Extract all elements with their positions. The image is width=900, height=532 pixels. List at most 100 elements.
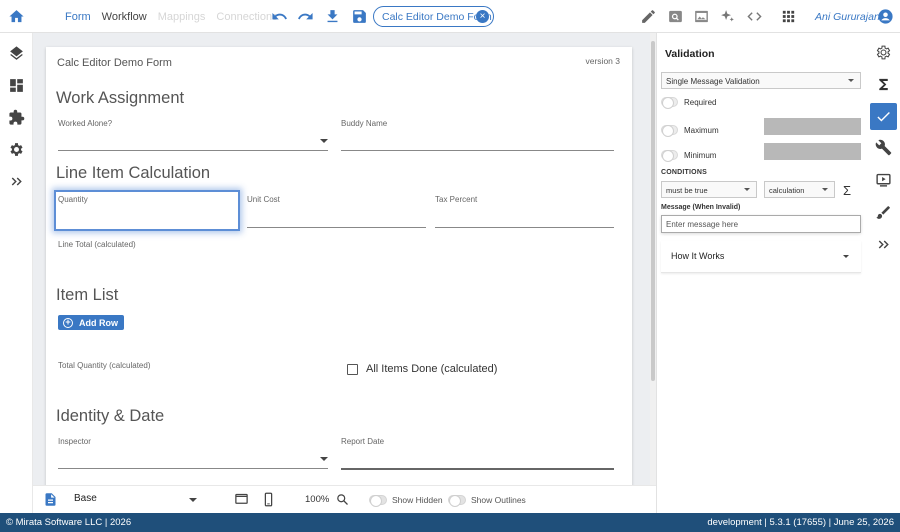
bottom-toolbar: Base 100% Show Hidden Show Outlines <box>33 485 656 513</box>
dashboard-icon[interactable] <box>8 77 25 94</box>
version-label: version 3 <box>585 56 621 66</box>
section-work-assignment: Work Assignment <box>56 89 185 107</box>
document-icon <box>45 493 56 506</box>
how-it-works-label: How It Works <box>671 251 725 261</box>
add-row-button[interactable]: + Add Row <box>58 315 124 330</box>
section-identity-date: Identity & Date <box>56 407 165 425</box>
chevron-down-icon[interactable] <box>320 457 328 461</box>
minimum-toggle[interactable] <box>661 150 678 162</box>
layers-icon[interactable] <box>8 45 25 62</box>
message-label: Message (When Invalid) <box>661 204 741 211</box>
chevron-down-icon <box>744 188 750 191</box>
unit-cost-label: Unit Cost <box>247 195 280 204</box>
buddy-name-label: Buddy Name <box>341 119 388 128</box>
message-input[interactable] <box>661 215 861 233</box>
layout-select[interactable]: Base <box>74 493 97 504</box>
code-icon[interactable] <box>746 8 763 25</box>
redo-icon[interactable] <box>297 8 314 25</box>
chevron-down-icon[interactable] <box>189 498 197 502</box>
check-icon <box>877 111 890 122</box>
sparkle-icon[interactable] <box>719 8 736 25</box>
show-outlines-label: Show Outlines <box>471 495 526 505</box>
left-rail <box>0 33 33 513</box>
form-chip[interactable]: Calc Editor Demo Form × <box>373 6 494 27</box>
show-hidden-toggle[interactable] <box>369 495 387 507</box>
condition-type-select[interactable]: calculation <box>764 181 835 198</box>
tab-workflow[interactable]: Workflow <box>102 11 147 23</box>
image-icon[interactable] <box>693 8 710 25</box>
chevron-down-icon <box>843 255 849 258</box>
chevron-down-icon[interactable] <box>320 139 328 143</box>
validation-panel: Validation Single Message Validation Req… <box>656 33 867 513</box>
minimum-input[interactable] <box>764 143 861 160</box>
top-bar: Form Workflow Mappings Connections Calc … <box>0 0 900 33</box>
settings-icon[interactable] <box>8 141 25 158</box>
footer: © Mirata Software LLC | 2026 development… <box>0 513 900 532</box>
copyright-text: © Mirata Software LLC | 2026 <box>6 517 132 528</box>
puzzle-icon[interactable] <box>8 109 25 126</box>
validation-mode-select[interactable]: Single Message Validation <box>661 72 861 89</box>
maximum-input[interactable] <box>764 118 861 135</box>
brush-icon[interactable] <box>875 204 892 221</box>
report-date-input[interactable] <box>341 468 614 470</box>
download-icon[interactable] <box>324 8 341 25</box>
tab-connections[interactable]: Connections <box>216 11 277 23</box>
zoom-icon[interactable] <box>335 492 350 507</box>
inspector-label: Inspector <box>58 437 91 446</box>
section-line-item-calculation: Line Item Calculation <box>56 164 211 182</box>
version-info: development | 5.3.1 (17655) | June 25, 2… <box>707 517 894 528</box>
mobile-view-icon[interactable] <box>261 492 276 507</box>
account-icon[interactable] <box>877 8 894 25</box>
preview-icon[interactable] <box>667 8 684 25</box>
maximum-toggle[interactable] <box>661 125 678 137</box>
undo-icon[interactable] <box>271 8 288 25</box>
tab-form[interactable]: Form <box>65 11 91 23</box>
sigma-icon[interactable]: Σ <box>843 183 851 198</box>
form-page: Calc Editor Demo Form version 3 Work Ass… <box>46 47 632 485</box>
section-item-list: Item List <box>56 286 119 304</box>
buddy-name-input[interactable] <box>341 150 614 151</box>
plus-icon: + <box>63 317 73 328</box>
top-nav: Form Workflow Mappings Connections <box>65 11 289 23</box>
validation-tab-active[interactable] <box>870 103 897 130</box>
worked-alone-dropdown[interactable] <box>58 150 328 151</box>
minimum-label: Minimum <box>684 151 717 160</box>
apps-grid-icon[interactable] <box>780 8 797 25</box>
wrench-icon[interactable] <box>875 139 892 156</box>
play-icon[interactable] <box>875 171 892 188</box>
form-canvas: Calc Editor Demo Form version 3 Work Ass… <box>33 33 650 485</box>
all-items-done-label: All Items Done (calculated) <box>366 363 498 375</box>
all-items-done-checkbox[interactable] <box>347 364 358 375</box>
unit-cost-input[interactable] <box>247 227 426 228</box>
show-outlines-toggle[interactable] <box>448 495 466 507</box>
inspector-dropdown[interactable] <box>58 468 328 469</box>
condition-operator-value: must be true <box>666 186 708 195</box>
conditions-label: CONDITIONS <box>661 169 707 176</box>
scrollbar-thumb[interactable] <box>651 41 655 381</box>
expand-icon[interactable] <box>875 236 892 253</box>
how-it-works-accordion[interactable]: How It Works <box>661 241 861 273</box>
condition-operator-select[interactable]: must be true <box>661 181 757 198</box>
tab-mappings[interactable]: Mappings <box>158 11 206 23</box>
panel-title: Validation <box>665 48 715 60</box>
expand-icon[interactable] <box>8 173 25 190</box>
close-icon[interactable]: × <box>476 10 489 23</box>
add-row-label: Add Row <box>79 317 118 328</box>
required-toggle[interactable] <box>661 97 678 109</box>
desktop-view-icon[interactable] <box>234 492 249 507</box>
chevron-down-icon <box>848 79 854 82</box>
quantity-label: Quantity <box>58 195 88 204</box>
maximum-label: Maximum <box>684 126 719 135</box>
report-date-label: Report Date <box>341 437 385 446</box>
save-icon[interactable] <box>351 8 368 25</box>
worked-alone-label: Worked Alone? <box>58 119 113 128</box>
sigma-icon[interactable] <box>875 76 892 93</box>
condition-type-value: calculation <box>769 186 805 195</box>
gear-icon[interactable] <box>875 44 892 61</box>
home-icon[interactable] <box>8 8 25 25</box>
validation-mode-value: Single Message Validation <box>666 77 760 86</box>
pencil-icon[interactable] <box>640 8 657 25</box>
chevron-down-icon <box>822 188 828 191</box>
user-name[interactable]: Ani Gururajan <box>815 11 880 23</box>
tax-percent-input[interactable] <box>435 227 614 228</box>
